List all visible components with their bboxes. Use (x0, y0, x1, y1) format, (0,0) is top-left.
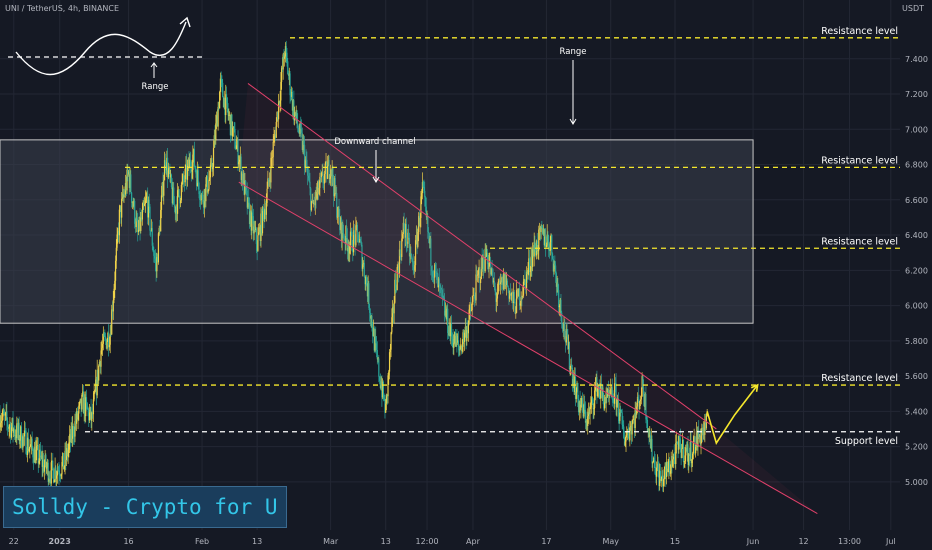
x-tick-label: 22 (9, 537, 19, 546)
candle-body (92, 399, 94, 415)
candle-body (118, 209, 120, 236)
y-tick-label: 5.400 (905, 407, 928, 416)
candle-body (681, 448, 683, 459)
candle-body (178, 189, 180, 197)
candle-body (682, 439, 685, 462)
candle-body (141, 209, 143, 220)
x-tick-label: 16 (123, 537, 133, 546)
x-tick-label: Feb (195, 537, 209, 546)
x-tick-label: May (602, 537, 619, 546)
candle-body (149, 206, 151, 231)
y-tick-label: 7.000 (905, 125, 928, 134)
x-tick-label: 15 (670, 537, 680, 546)
candle-body (363, 262, 365, 277)
candle-body (620, 408, 622, 410)
symbol-label: UNI / TetherUS, 4h, BINANCE (5, 4, 119, 13)
candle-body (157, 233, 160, 263)
y-tick-label: 6.200 (905, 266, 928, 275)
x-tick-label: 13 (252, 537, 262, 546)
y-tick-label: 5.200 (905, 443, 928, 452)
candle-body (121, 198, 123, 218)
candle-body (163, 180, 165, 196)
x-tick-label: Jul (885, 537, 896, 546)
y-tick-label: 6.600 (905, 196, 928, 205)
candle-body (130, 174, 132, 193)
candle-body (378, 358, 380, 377)
price-chart[interactable]: Resistance level7.519Resistance level6.7… (0, 0, 932, 550)
candle-body (457, 340, 460, 347)
candle-body (208, 179, 210, 190)
y-tick-label: 7.400 (905, 55, 928, 64)
currency-label: USDT (902, 4, 924, 13)
candle-body (106, 341, 108, 349)
candle-body (29, 446, 31, 449)
y-tick-label: 6.000 (905, 302, 928, 311)
candle-body (197, 170, 199, 183)
candle-body (390, 332, 392, 350)
range-arrow-label: Range (560, 47, 587, 57)
resistance-label: Resistance level (821, 373, 898, 384)
candle-body (81, 394, 83, 410)
x-tick-label: Mar (323, 537, 339, 546)
brand-watermark: Solldy - Crypto for U (3, 486, 287, 528)
candle-body (459, 349, 461, 351)
candle-body (160, 195, 163, 210)
resistance-label: Resistance level (821, 155, 898, 166)
y-tick-label: 7.200 (905, 90, 928, 99)
candle-body (222, 82, 224, 98)
x-tick-label: 12 (798, 537, 808, 546)
y-axis: 5.000 5.200 5.400 5.600 5.800 6.000 6.200 6.400… (900, 0, 932, 550)
x-tick-label: 13:00 (838, 537, 861, 546)
candle-body (632, 420, 634, 424)
y-tick-label: 6.400 (905, 231, 928, 240)
x-tick-label: 13 (381, 537, 391, 546)
x-tick-label: 17 (541, 537, 551, 546)
candle-body (575, 391, 577, 399)
candle-body (651, 438, 653, 464)
candle-body (98, 365, 100, 381)
range-legend-label: Range (142, 82, 169, 92)
candle-body (193, 149, 195, 167)
x-axis: 22 2023 16 Feb 13 Mar 13 12:00 Apr 17 May 15 Jun 12 13… (0, 532, 932, 550)
candle-body (131, 192, 133, 203)
x-tick-label: 12:00 (416, 537, 439, 546)
resistance-label: Resistance level (821, 236, 898, 247)
y-tick-label: 5.600 (905, 372, 928, 381)
candle-body (631, 423, 633, 435)
y-tick-label: 5.800 (905, 337, 928, 346)
support-label: Support level (835, 436, 898, 447)
y-tick-label: 6.800 (905, 161, 928, 170)
candle-body (212, 147, 215, 168)
channel-arrow-label: Downward channel (334, 137, 415, 147)
candle-body (393, 302, 395, 314)
candle-body (551, 234, 553, 254)
x-tick-label: Jun (746, 537, 760, 546)
resistance-label: Resistance level (821, 26, 898, 37)
candle-body (257, 235, 259, 251)
y-tick-label: 5.000 (905, 478, 928, 487)
x-tick-label: 2023 (49, 537, 71, 546)
x-tick-label: Apr (466, 537, 481, 546)
